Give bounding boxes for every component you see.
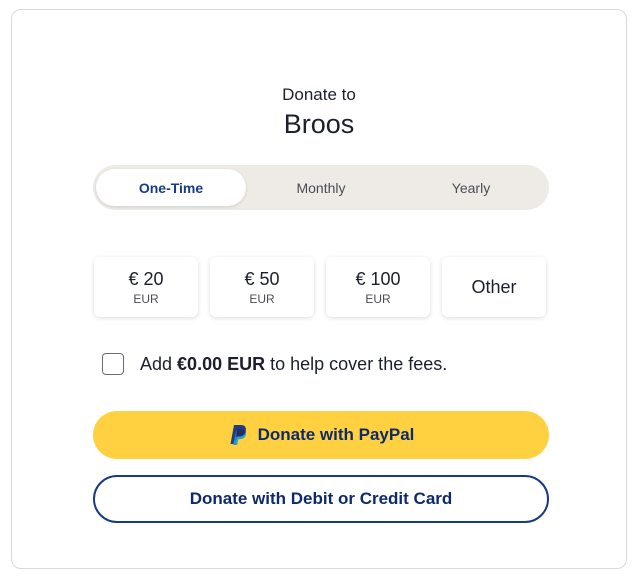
amount-option-20[interactable]: € 20 EUR — [94, 257, 198, 317]
amount-currency: EUR — [249, 291, 275, 306]
donate-card-button[interactable]: Donate with Debit or Credit Card — [93, 475, 549, 523]
tab-yearly[interactable]: Yearly — [396, 169, 546, 206]
donation-card: Donate to Broos One-Time Monthly Yearly … — [11, 9, 627, 569]
amount-option-100[interactable]: € 100 EUR — [326, 257, 430, 317]
donate-paypal-button[interactable]: Donate with PayPal — [93, 411, 549, 459]
tab-one-time[interactable]: One-Time — [96, 169, 246, 206]
amount-value: € 50 — [244, 268, 280, 289]
amount-currency: EUR — [133, 291, 159, 306]
organization-name: Broos — [283, 109, 355, 139]
tab-monthly[interactable]: Monthly — [246, 169, 396, 206]
cover-fees-checkbox[interactable] — [102, 353, 124, 375]
amount-option-other[interactable]: Other — [442, 257, 546, 317]
amount-value: € 20 — [128, 268, 164, 289]
paypal-icon — [230, 425, 246, 445]
card-button-label: Donate with Debit or Credit Card — [189, 489, 453, 508]
frequency-selector: One-Time Monthly Yearly — [93, 165, 549, 210]
fee-amount: €0.00 EUR — [177, 353, 266, 374]
fee-prefix: Add — [140, 353, 173, 374]
fee-suffix: to help cover the fees. — [270, 353, 448, 374]
amount-other-label: Other — [471, 276, 517, 297]
donate-to-label: Donate to — [282, 85, 356, 104]
amount-option-50[interactable]: € 50 EUR — [210, 257, 314, 317]
amount-value: € 100 — [355, 268, 401, 289]
cover-fees-row: Add €0.00 EUR to help cover the fees. — [102, 351, 447, 377]
paypal-button-label: Donate with PayPal — [257, 425, 415, 444]
cover-fees-text: Add €0.00 EUR to help cover the fees. — [140, 354, 447, 375]
amount-currency: EUR — [365, 291, 391, 306]
